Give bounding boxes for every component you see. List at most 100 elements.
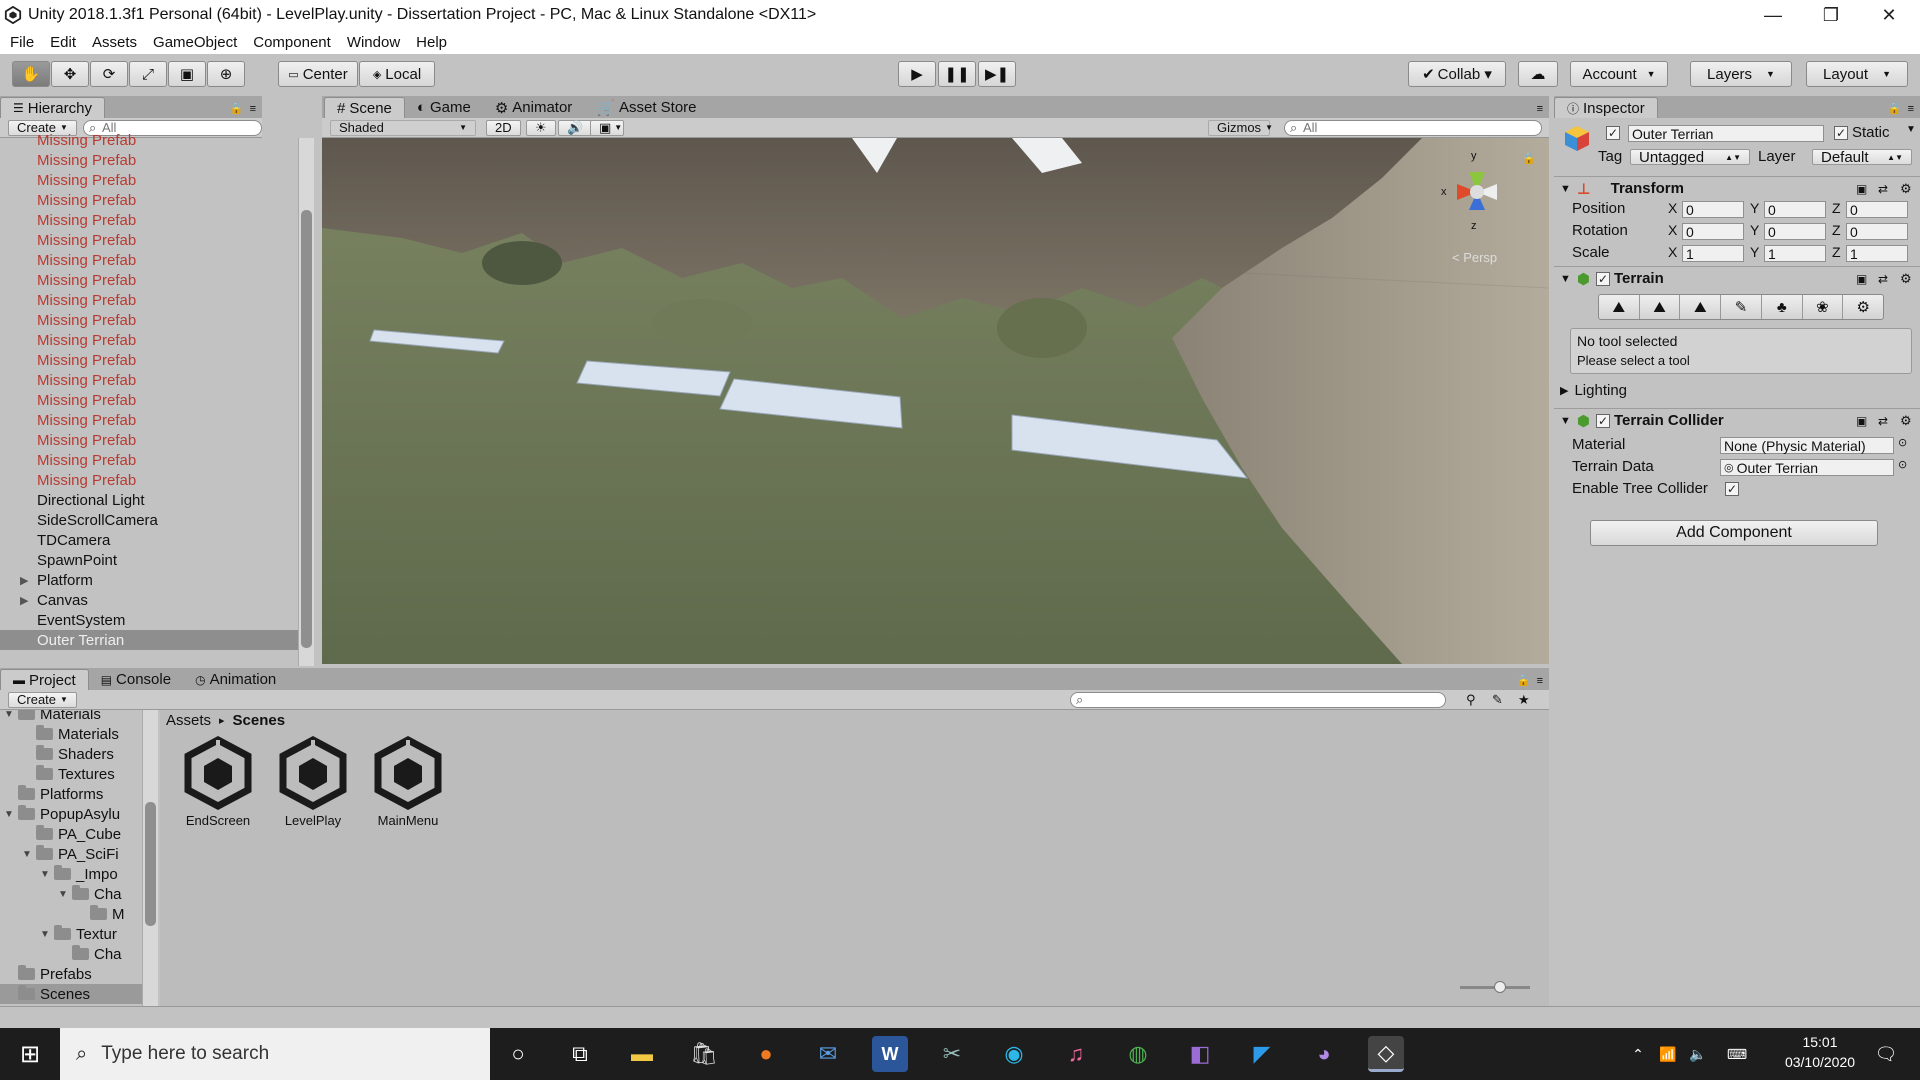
breadcrumb-scenes[interactable]: Scenes (233, 712, 286, 729)
settings-gear-icon[interactable]: ⚙ (1900, 271, 1912, 287)
account-dropdown[interactable]: Account ▼ (1570, 61, 1668, 87)
transform-z-field[interactable]: 0 (1846, 201, 1908, 218)
transform-z-field[interactable]: 1 (1846, 245, 1908, 262)
material-field[interactable]: None (Physic Material) (1720, 437, 1894, 454)
hierarchy-item[interactable]: Missing Prefab (0, 470, 298, 490)
transform-x-field[interactable]: 1 (1682, 245, 1744, 262)
project-tree-scrollbar-thumb[interactable] (145, 802, 156, 926)
show-hidden-icons-icon[interactable]: ⌃ (1628, 1036, 1648, 1072)
github-desktop-icon[interactable]: ◕ (1306, 1036, 1342, 1072)
taskbar-search-box[interactable]: ⌕ Type here to search (60, 1028, 490, 1080)
project-folder-item[interactable]: PA_Cube (22, 824, 121, 844)
settings-gear-icon[interactable]: ⚙ (1900, 181, 1912, 197)
tab-hierarchy[interactable]: ☰ Hierarchy (0, 97, 105, 118)
collider-enabled-checkbox[interactable]: ✓ (1596, 413, 1610, 428)
project-folder-item[interactable]: ▼ Cha (58, 884, 122, 904)
hierarchy-item[interactable]: Missing Prefab (0, 330, 298, 350)
firefox-icon[interactable]: ● (748, 1036, 784, 1072)
menu-edit[interactable]: Edit (42, 34, 84, 51)
scale-tool-button[interactable]: ⤢ (129, 61, 167, 87)
object-name-field[interactable]: Outer Terrian (1628, 125, 1824, 142)
shading-mode-dropdown[interactable]: Shaded ▼ (330, 119, 476, 136)
layout-dropdown[interactable]: Layout ▼ (1806, 61, 1908, 87)
expand-arrow-icon[interactable]: ▶ (20, 594, 28, 607)
place-trees-tool[interactable]: ♣ (1762, 295, 1803, 319)
raise-terrain-tool[interactable]: ⛰ (1599, 295, 1640, 319)
panel-menu-icon[interactable]: ≡ (250, 103, 256, 115)
static-checkbox[interactable]: ✓ (1834, 126, 1848, 140)
hierarchy-item[interactable]: ▶ Platform (0, 570, 298, 590)
smooth-height-tool[interactable]: ⛰ (1680, 295, 1722, 319)
transform-header[interactable]: ▼ ⊥ Transform ▣ ⇄ ⚙ (1554, 176, 1920, 200)
expand-arrow-icon[interactable]: ▼ (4, 809, 18, 820)
hierarchy-item[interactable]: Missing Prefab (0, 430, 298, 450)
layer-dropdown[interactable]: Default ▲▼ (1812, 149, 1912, 166)
panel-menu-icon[interactable]: ≡ (1908, 103, 1914, 115)
edge-icon[interactable]: ◉ (996, 1036, 1032, 1072)
menu-component[interactable]: Component (245, 34, 339, 51)
lock-icon[interactable]: 🔒 (230, 102, 244, 115)
hand-tool-button[interactable]: ✋ (12, 61, 50, 87)
keyboard-icon[interactable]: ⌨ (1722, 1036, 1752, 1072)
windows-start-icon[interactable]: ⊞ (12, 1036, 48, 1072)
breadcrumb-assets[interactable]: Assets (166, 712, 211, 729)
transform-x-field[interactable]: 0 (1682, 223, 1744, 240)
add-component-button[interactable]: Add Component (1590, 520, 1878, 546)
tab-scene[interactable]: # Scene (324, 97, 405, 118)
scene-viewport[interactable]: y x z < Persp 🔒 (322, 138, 1549, 664)
tab-animator[interactable]: ⚙ Animator (483, 97, 584, 118)
hierarchy-item[interactable]: Missing Prefab (0, 150, 298, 170)
hierarchy-item[interactable]: EventSystem (0, 610, 298, 630)
toggle-2d-button[interactable]: 2D (486, 119, 521, 136)
notifications-icon[interactable]: 🗨 (1868, 1036, 1904, 1072)
project-folder-item[interactable]: ▼ Textur (40, 924, 117, 944)
project-search-input[interactable] (1070, 691, 1446, 708)
menu-assets[interactable]: Assets (84, 34, 145, 51)
hierarchy-item[interactable]: Missing Prefab (0, 130, 298, 150)
lock-icon[interactable]: 🔒 (1888, 102, 1902, 115)
settings-gear-icon[interactable]: ⚙ (1900, 413, 1912, 429)
hierarchy-item[interactable]: Missing Prefab (0, 350, 298, 370)
project-folder-item[interactable]: Cha (58, 944, 122, 964)
terrain-settings-tool[interactable]: ⚙ (1843, 295, 1883, 319)
hierarchy-scrollbar-thumb[interactable] (301, 210, 312, 648)
hierarchy-item[interactable]: Missing Prefab (0, 190, 298, 210)
search-by-type-icon[interactable]: ⚲ (1466, 692, 1476, 708)
scene-asset[interactable]: EndScreen (173, 736, 263, 828)
hierarchy-item[interactable]: Missing Prefab (0, 310, 298, 330)
favorites-star-icon[interactable]: ★ (1518, 692, 1530, 708)
expand-arrow-icon[interactable]: ▼ (58, 889, 72, 900)
layers-dropdown[interactable]: Layers ▼ (1690, 61, 1792, 87)
object-picker-icon[interactable]: ⊙ (1898, 436, 1907, 449)
project-folder-item[interactable]: ▼ PopupAsylu (4, 804, 120, 824)
perspective-label[interactable]: < Persp (1452, 250, 1497, 265)
menu-gameobject[interactable]: GameObject (145, 34, 245, 51)
maximize-button[interactable]: ❐ (1802, 0, 1860, 30)
project-folder-item[interactable]: Shaders (22, 744, 114, 764)
enable-tree-collider-checkbox[interactable]: ✓ (1725, 482, 1739, 496)
hierarchy-item[interactable]: SpawnPoint (0, 550, 298, 570)
static-dropdown-arrow-icon[interactable]: ▼ (1906, 124, 1916, 135)
transform-x-field[interactable]: 0 (1682, 201, 1744, 218)
hierarchy-item[interactable]: ▶ Canvas (0, 590, 298, 610)
zoom-slider-thumb[interactable] (1494, 981, 1506, 993)
hierarchy-item[interactable]: Outer Terrian (0, 630, 298, 650)
effects-dropdown[interactable]: ▣ ▼ (590, 119, 624, 136)
menu-help[interactable]: Help (408, 34, 455, 51)
scene-asset[interactable]: MainMenu (363, 736, 453, 828)
gizmo-lock-icon[interactable]: 🔒 (1522, 152, 1536, 165)
tab-console[interactable]: ▤ Console (89, 669, 183, 690)
network-icon[interactable]: 📶 (1656, 1036, 1680, 1072)
transform-y-field[interactable]: 0 (1764, 223, 1826, 240)
project-folder-item[interactable]: M (76, 904, 125, 924)
tab-game[interactable]: ◐ Game (405, 97, 483, 118)
terrain-collider-header[interactable]: ▼ ⬢ ✓ Terrain Collider ▣ ⇄ ⚙ (1554, 408, 1920, 432)
terrain-enabled-checkbox[interactable]: ✓ (1596, 271, 1610, 286)
active-checkbox[interactable]: ✓ (1606, 126, 1620, 140)
itunes-icon[interactable]: ♫ (1058, 1036, 1094, 1072)
project-folder-item[interactable]: ▼ PA_SciFi (22, 844, 119, 864)
task-view-icon[interactable]: ⧉ (562, 1036, 598, 1072)
search-by-label-icon[interactable]: ✎ (1492, 692, 1503, 708)
minimize-button[interactable]: — (1744, 0, 1802, 30)
expand-arrow-icon[interactable]: ▶ (20, 574, 28, 587)
